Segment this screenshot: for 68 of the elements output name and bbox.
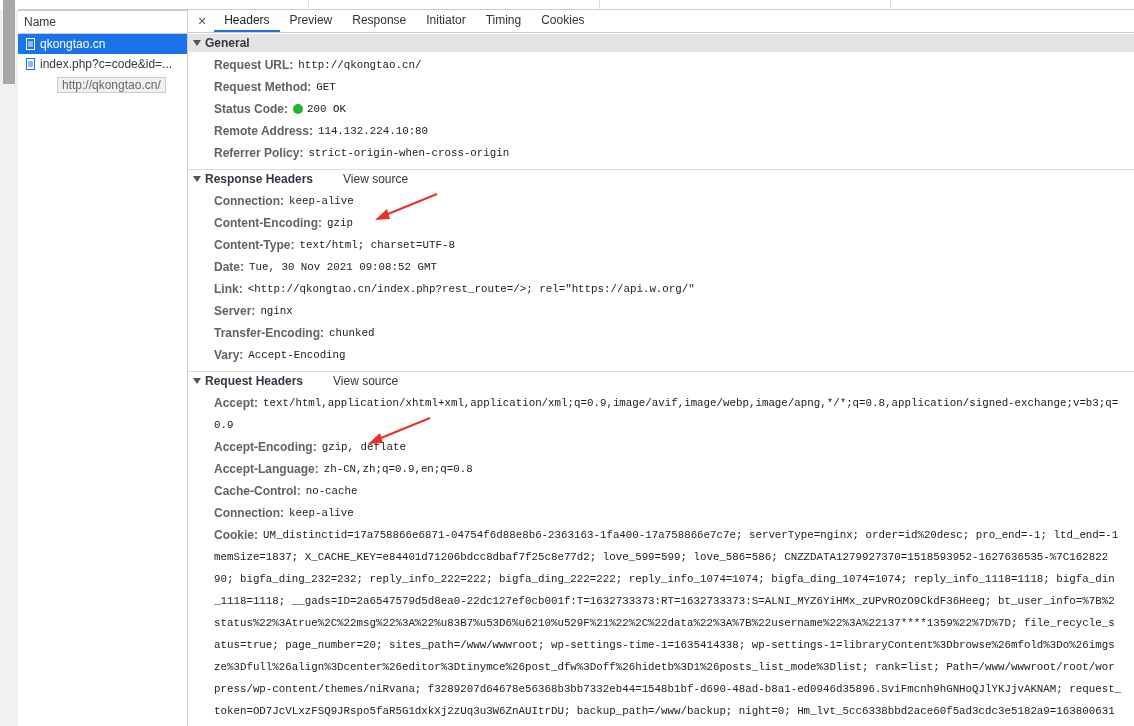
- header-name: Accept:: [214, 395, 258, 412]
- document-icon: [26, 58, 35, 70]
- header-value-line: _1118=1118; __gads=ID=2a6547579d5d8ea0-22dc127ef0cb001f:T=1632733373:RT=1632733373:S=ALNI_MYZ6YiHMx_zUPvROzO9CkdF36Heeg; bt_user_info=%7B%2: [214, 594, 1115, 609]
- header-value: Tue, 30 Nov 2021 09:08:52 GMT: [249, 260, 437, 276]
- section-header[interactable]: General: [188, 34, 1134, 53]
- scrollbar-thumb[interactable]: [3, 0, 15, 84]
- header-name: Cookie:: [214, 527, 258, 544]
- header-value-line: UM_distinctid=17a758866e6871-04754f6d88e8b6-2363163-1fa400-17a758866e7c7e; serverType=nginx; order=id%20desc; pro_end=-1; ltd_end=-1: [263, 528, 1119, 543]
- tooltip: http://qkongtao.cn/: [57, 77, 166, 93]
- header-value-line: token=OD7JcVLxzFSQ9JRspo5faR5G1dxkXj2zUq3u3W6ZnAUItrDU; backup_path=/www/backup; night=0; Hm_lvt_5cc6338bbd2ace60f5ad3cdc3e5182a9=163800631: [214, 704, 1115, 719]
- header-value-line: text/html,application/xhtml+xml,application/xml;q=0.9,image/avif,image/webp,image/apng,*/*;q=0.8,application/signed-exchange;v=b3;q=: [263, 396, 1119, 411]
- header-value-line: ze%3Dfull%26align%3Dcenter%26editor%3Dtinymce%26post_dfw%3Doff%26hidetb%3D1%26posts_list_mode%3Dlist; rank=list; Path=/www/wwwroot/root/wor: [214, 660, 1115, 675]
- header-value: 114.132.224.10:80: [317, 124, 429, 140]
- header-value-line: 0.9: [214, 418, 234, 433]
- tab[interactable]: Response: [342, 10, 417, 33]
- header-value: nginx: [260, 304, 293, 320]
- header-name: Status Code:: [214, 101, 288, 119]
- header-name: Date:: [214, 259, 244, 277]
- header-name: Transfer-Encoding:: [214, 325, 324, 343]
- section-title: General: [205, 36, 250, 51]
- request-item[interactable]: qkongtao.cn: [18, 34, 187, 54]
- header-value: strict-origin-when-cross-origin: [308, 146, 510, 162]
- header-name: Server:: [214, 303, 256, 321]
- close-button[interactable]: ×: [188, 10, 215, 33]
- header-value-line: status%22%3Atrue%2C%22msg%22%3A%22%u83B7%u53D6%u6210%u529F%21%22%2C%22data%22%3A%7B%22username%22%3A%22137****1359%22%7D%7D; file_recycle_s: [214, 616, 1115, 631]
- header-value: 200 OK: [307, 102, 346, 118]
- header-name: Vary:: [214, 347, 244, 365]
- header-value: keep-alive: [289, 194, 354, 210]
- section-title[interactable]: Response Headers: [205, 172, 314, 187]
- view-source-link[interactable]: View source: [333, 374, 399, 388]
- header-name: Link:: [214, 281, 243, 299]
- header-name: Content-Type:: [214, 237, 295, 255]
- header-value: <http://qkongtao.cn/index.php?rest_route=/>; rel="https://api.w.org/": [247, 282, 695, 298]
- header-value: http://qkongtao.cn/: [298, 58, 422, 74]
- header-name: Cache-Control:: [214, 483, 301, 500]
- header-name: Content-Encoding:: [214, 215, 322, 233]
- header-name: Request URL:: [214, 57, 294, 75]
- header-value: zh-CN,zh;q=0.9,en;q=0.8: [323, 462, 473, 477]
- header-value-line: 90; bigfa_ding_232=232; reply_info_222=222; bigfa_ding_222=222; reply_info_1074=1074; bigfa_ding_1074=1074; reply_info_1118=1118; bigfa_din: [214, 572, 1115, 587]
- tab[interactable]: Cookies: [531, 10, 595, 33]
- header-name: Connection:: [214, 505, 284, 522]
- header-value: gzip: [327, 216, 353, 232]
- tab[interactable]: Headers: [214, 10, 280, 33]
- header-value: chunked: [329, 326, 375, 342]
- header-value-line: atus=true; page_number=20; sites_path=/www/wwwroot; wp-settings-time-1=1635414338; wp-settings-1=libraryContent%3Dbrowse%26mfold%3Do%26imgs: [214, 638, 1115, 653]
- header-name: Referrer Policy:: [214, 145, 304, 163]
- document-icon: [26, 38, 35, 50]
- tab[interactable]: Preview: [279, 10, 343, 33]
- arrow-annotation: [375, 193, 438, 221]
- view-source-link[interactable]: View source: [343, 172, 409, 187]
- header-name: Remote Address:: [214, 123, 313, 141]
- request-item[interactable]: index.php?c=code&id=...: [18, 54, 187, 74]
- header-name: Request Method:: [214, 79, 312, 97]
- tab[interactable]: Timing: [475, 10, 532, 33]
- header-name: Accept-Encoding:: [214, 439, 317, 456]
- arrow-annotation: [368, 417, 431, 444]
- header-name: Accept-Language:: [214, 461, 319, 478]
- header-name: Connection:: [214, 193, 284, 211]
- tab[interactable]: Initiator: [416, 10, 476, 33]
- header-value: Accept-Encoding: [248, 348, 346, 364]
- header-value: text/html; charset=UTF-8: [299, 238, 455, 254]
- header-value: no-cache: [305, 484, 358, 499]
- header-value: GET: [316, 80, 336, 96]
- header-value: gzip, deflate: [321, 440, 406, 455]
- header-value-line: press/wp-content/themes/niRvana; f3289207d64678e56368b3bb7332eb44=1548b1bf-d690-48ad-b8a1-ed0946d35896.SviFmcnh9hGNHoQJlYKJjvAKNAM; request_: [214, 682, 1122, 697]
- header-value-line: memSize=1837; X_CACHE_KEY=e84401d71206bdcc8dbaf7f25c8e77d2; love_599=599; love_586=586; CNZZDATA1279927370=1518593952-1627636535-%7C162822: [214, 550, 1109, 565]
- header-value: keep-alive: [289, 506, 354, 521]
- section-title[interactable]: Request Headers: [205, 374, 304, 388]
